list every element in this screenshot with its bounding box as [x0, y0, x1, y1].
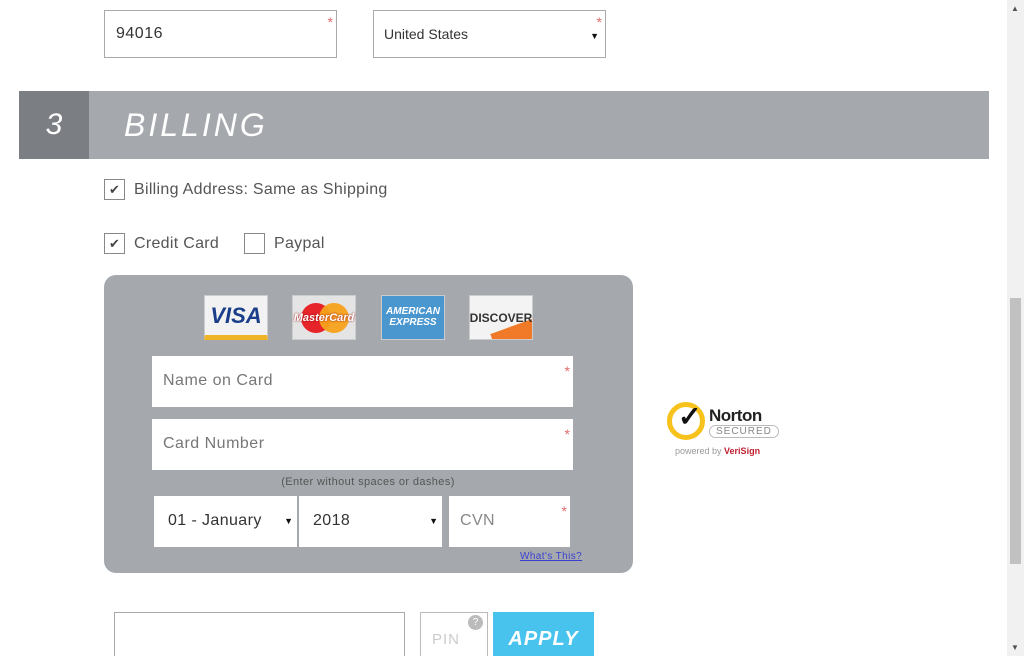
apply-button[interactable]: APPLY — [493, 612, 594, 656]
expiry-year-value: 2018 — [313, 512, 351, 529]
same-as-shipping-option[interactable]: ✔ Billing Address: Same as Shipping — [104, 179, 388, 200]
pin-input[interactable]: PIN ? — [420, 612, 488, 656]
gift-card-input[interactable] — [114, 612, 405, 656]
visa-logo-text: VISA — [210, 302, 262, 328]
zip-code-input[interactable]: 94016 * — [104, 10, 337, 58]
mastercard-logo: MasterCard — [292, 295, 356, 340]
card-number-input[interactable]: Card Number * — [152, 419, 573, 470]
amex-logo-line1: AMERICAN — [386, 306, 440, 317]
norton-secured-label: SECURED — [709, 425, 779, 438]
checkmark-icon: ✔ — [109, 181, 120, 197]
credit-card-option[interactable]: ✔ Credit Card — [104, 233, 219, 254]
expiry-month-value: 01 - January — [168, 512, 262, 529]
paypal-checkbox[interactable] — [244, 233, 265, 254]
visa-logo: VISA — [204, 295, 268, 340]
section-title: BILLING — [124, 107, 268, 143]
chevron-down-icon: ▼ — [429, 516, 438, 526]
required-asterisk: * — [561, 503, 567, 519]
norton-secured-badge: ✓ Norton SECURED powered by VeriSign — [667, 398, 785, 460]
cvn-input[interactable]: CVN * — [449, 496, 570, 547]
scrollbar-thumb[interactable] — [1010, 298, 1021, 564]
credit-card-label: Credit Card — [134, 234, 220, 252]
whats-this-link[interactable]: What's This? — [520, 551, 582, 562]
country-select[interactable]: United States * ▼ — [373, 10, 606, 58]
discover-logo-text: DISCOVER — [469, 310, 533, 325]
scroll-down-icon[interactable]: ▼ — [1011, 643, 1019, 652]
zip-code-value: 94016 — [116, 25, 163, 42]
card-number-hint: (Enter without spaces or dashes) — [281, 476, 455, 488]
mastercard-logo-text: MasterCard — [293, 311, 355, 324]
expiry-month-select[interactable]: 01 - January ▼ — [154, 496, 297, 547]
card-number-placeholder: Card Number — [163, 435, 265, 452]
checkmark-icon: ✔ — [109, 235, 120, 251]
cvn-placeholder: CVN — [460, 512, 495, 529]
credit-card-checkbox[interactable]: ✔ — [104, 233, 125, 254]
paypal-option[interactable]: Paypal — [244, 233, 325, 254]
norton-name: Norton — [709, 406, 762, 425]
amex-logo-line2: EXPRESS — [389, 316, 437, 328]
required-asterisk: * — [327, 14, 333, 30]
pin-placeholder: PIN — [432, 631, 461, 648]
required-asterisk: * — [596, 14, 602, 30]
help-icon[interactable]: ? — [468, 615, 483, 630]
section-number: 3 — [19, 91, 89, 159]
norton-check-icon: ✓ — [667, 402, 705, 440]
name-on-card-placeholder: Name on Card — [163, 372, 274, 389]
country-value: United States — [384, 26, 469, 42]
same-as-shipping-checkbox[interactable]: ✔ — [104, 179, 125, 200]
credit-card-panel: VISA MasterCard AMERICAN EXPRESS DISCOVE… — [104, 275, 633, 573]
expiry-year-select[interactable]: 2018 ▼ — [299, 496, 442, 547]
paypal-label: Paypal — [274, 234, 325, 252]
name-on-card-input[interactable]: Name on Card * — [152, 356, 573, 407]
chevron-down-icon: ▼ — [590, 31, 599, 41]
required-asterisk: * — [564, 426, 570, 442]
norton-powered-text: powered by — [675, 446, 722, 456]
page-scrollbar[interactable]: ▲ ▼ — [1007, 0, 1024, 656]
discover-logo: DISCOVER — [469, 295, 533, 340]
norton-powered-by: powered by VeriSign — [675, 446, 760, 456]
chevron-down-icon: ▼ — [284, 516, 293, 526]
norton-verisign: VeriSign — [724, 446, 761, 456]
same-as-shipping-label: Billing Address: Same as Shipping — [134, 180, 388, 198]
billing-section-header: 3 BILLING — [19, 91, 989, 159]
amex-logo: AMERICAN EXPRESS — [381, 295, 445, 340]
required-asterisk: * — [564, 363, 570, 379]
scroll-up-icon[interactable]: ▲ — [1011, 4, 1019, 13]
